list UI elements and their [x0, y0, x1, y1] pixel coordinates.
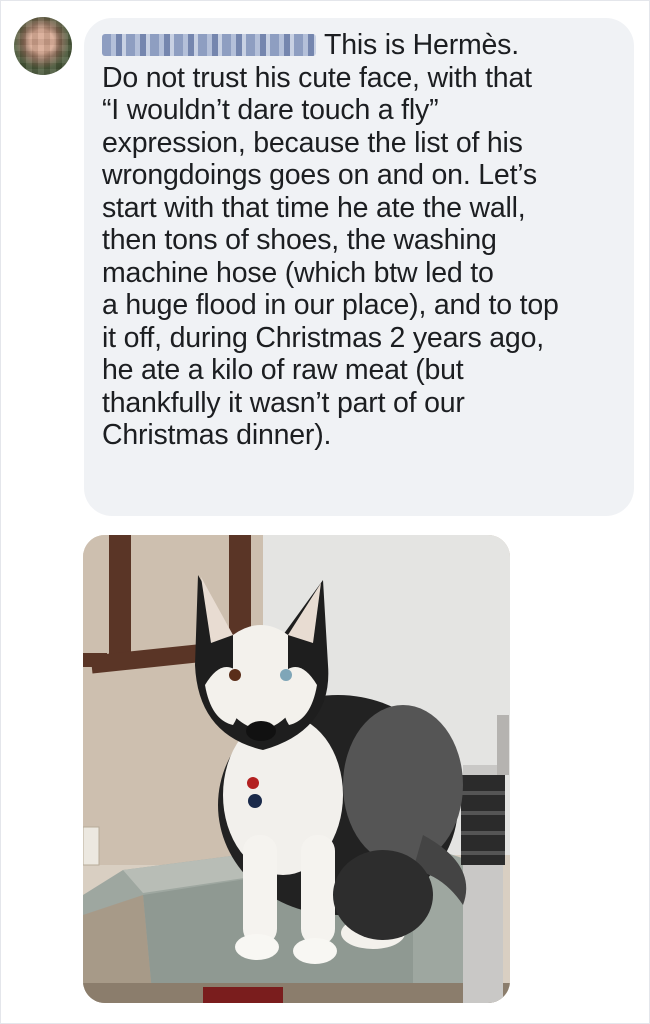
comment-line: it off, during Christmas 2 years ago,: [102, 321, 544, 354]
husky-photo-illustration: [83, 535, 510, 1003]
comment-line: Christmas dinner).: [102, 419, 332, 451]
comment-line: he ate a kilo of raw meat (but: [102, 354, 464, 386]
comment-line: wrongdoings goes on and on. Let’s: [102, 159, 537, 191]
comment-line: a huge flood in our place), and to top: [102, 289, 559, 321]
comment-line: machine hose (which btw led to: [102, 256, 494, 289]
author-name-redacted[interactable]: [102, 34, 316, 56]
comment-line: then tons of shoes, the washing: [102, 224, 497, 256]
avatar[interactable]: [14, 17, 72, 75]
comment-line-1: This is Hermès.: [102, 29, 622, 62]
comment-line: Do not trust his cute face, with that: [102, 61, 532, 94]
comment-line: start with that time he ate the wall,: [102, 191, 526, 224]
comment-line-text: This is Hermès.: [324, 29, 519, 61]
comment-line: thankfully it wasn’t part of our: [102, 386, 465, 419]
comment-line: expression, because the list of his: [102, 126, 523, 159]
attached-photo[interactable]: [83, 535, 510, 1003]
comment-line: “I wouldn’t dare touch a fly”: [102, 94, 439, 126]
comment-text: This is Hermès. Do not trust his cute fa…: [102, 29, 622, 452]
